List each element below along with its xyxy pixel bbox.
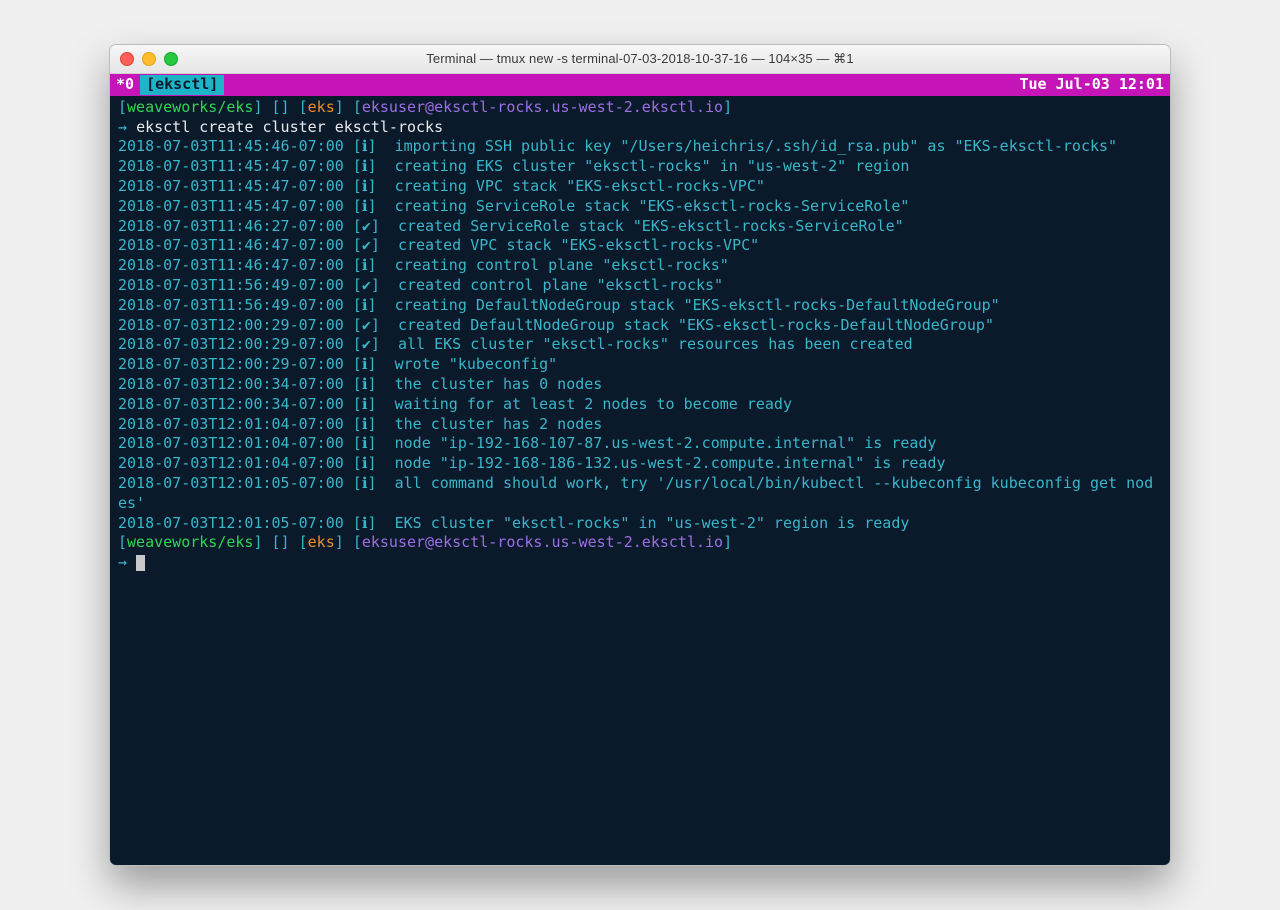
tmux-clock: Tue Jul-03 12:01 (1020, 75, 1165, 95)
prompt-eks: eks (308, 98, 335, 116)
command-line: → eksctl create cluster eksctl-rocks (118, 118, 1162, 138)
zoom-icon[interactable] (164, 52, 178, 66)
log-line: 2018-07-03T12:01:04-07:00 [ℹ] node "ip-1… (118, 434, 1162, 454)
log-line: 2018-07-03T11:56:49-07:00 [ℹ] creating D… (118, 296, 1162, 316)
log-line: 2018-07-03T11:46:47-07:00 [ℹ] creating c… (118, 256, 1162, 276)
window-title: Terminal — tmux new -s terminal-07-03-20… (110, 51, 1170, 67)
terminal-body[interactable]: *0 [eksctl] Tue Jul-03 12:01 [weaveworks… (110, 74, 1170, 865)
log-line: 2018-07-03T12:00:29-07:00 [ℹ] wrote "kub… (118, 355, 1162, 375)
window-titlebar[interactable]: Terminal — tmux new -s terminal-07-03-20… (110, 45, 1170, 74)
log-line: 2018-07-03T11:45:47-07:00 [ℹ] creating S… (118, 197, 1162, 217)
prompt-userhost: eksuser@eksctl-rocks.us-west-2.eksctl.io (362, 98, 723, 116)
log-line: 2018-07-03T11:45:46-07:00 [ℹ] importing … (118, 137, 1162, 157)
tmux-status-bar: *0 [eksctl] Tue Jul-03 12:01 (110, 74, 1170, 96)
log-line: 2018-07-03T11:46:47-07:00 [✔] created VP… (118, 236, 1162, 256)
input-line[interactable]: → (118, 553, 1162, 573)
terminal-content[interactable]: [weaveworks/eks] [] [eks] [eksuser@eksct… (110, 96, 1170, 581)
log-line: 2018-07-03T12:01:05-07:00 [ℹ] all comman… (118, 474, 1162, 514)
tmux-window-name: [eksctl] (140, 75, 224, 95)
prompt-line: [weaveworks/eks] [] [eks] [eksuser@eksct… (118, 98, 1162, 118)
log-line: 2018-07-03T12:00:34-07:00 [ℹ] waiting fo… (118, 395, 1162, 415)
log-line: 2018-07-03T12:01:04-07:00 [ℹ] the cluste… (118, 415, 1162, 435)
prompt-repo: weaveworks/eks (127, 533, 253, 551)
log-line: 2018-07-03T12:00:34-07:00 [ℹ] the cluste… (118, 375, 1162, 395)
log-line: 2018-07-03T12:00:29-07:00 [✔] all EKS cl… (118, 335, 1162, 355)
prompt-repo: weaveworks/eks (127, 98, 253, 116)
log-line: 2018-07-03T11:56:49-07:00 [✔] created co… (118, 276, 1162, 296)
traffic-lights (120, 52, 178, 66)
prompt-line: [weaveworks/eks] [] [eks] [eksuser@eksct… (118, 533, 1162, 553)
log-line: 2018-07-03T12:00:29-07:00 [✔] created De… (118, 316, 1162, 336)
log-line: 2018-07-03T11:46:27-07:00 [✔] created Se… (118, 217, 1162, 237)
log-line: 2018-07-03T12:01:05-07:00 [ℹ] EKS cluste… (118, 514, 1162, 534)
close-icon[interactable] (120, 52, 134, 66)
prompt-userhost: eksuser@eksctl-rocks.us-west-2.eksctl.io (362, 533, 723, 551)
log-line: 2018-07-03T11:45:47-07:00 [ℹ] creating E… (118, 157, 1162, 177)
tmux-left-prefix: *0 (116, 75, 134, 95)
log-line: 2018-07-03T12:01:04-07:00 [ℹ] node "ip-1… (118, 454, 1162, 474)
cursor-icon (136, 555, 145, 571)
prompt-eks: eks (308, 533, 335, 551)
minimize-icon[interactable] (142, 52, 156, 66)
log-line: 2018-07-03T11:45:47-07:00 [ℹ] creating V… (118, 177, 1162, 197)
terminal-window: Terminal — tmux new -s terminal-07-03-20… (109, 44, 1171, 866)
